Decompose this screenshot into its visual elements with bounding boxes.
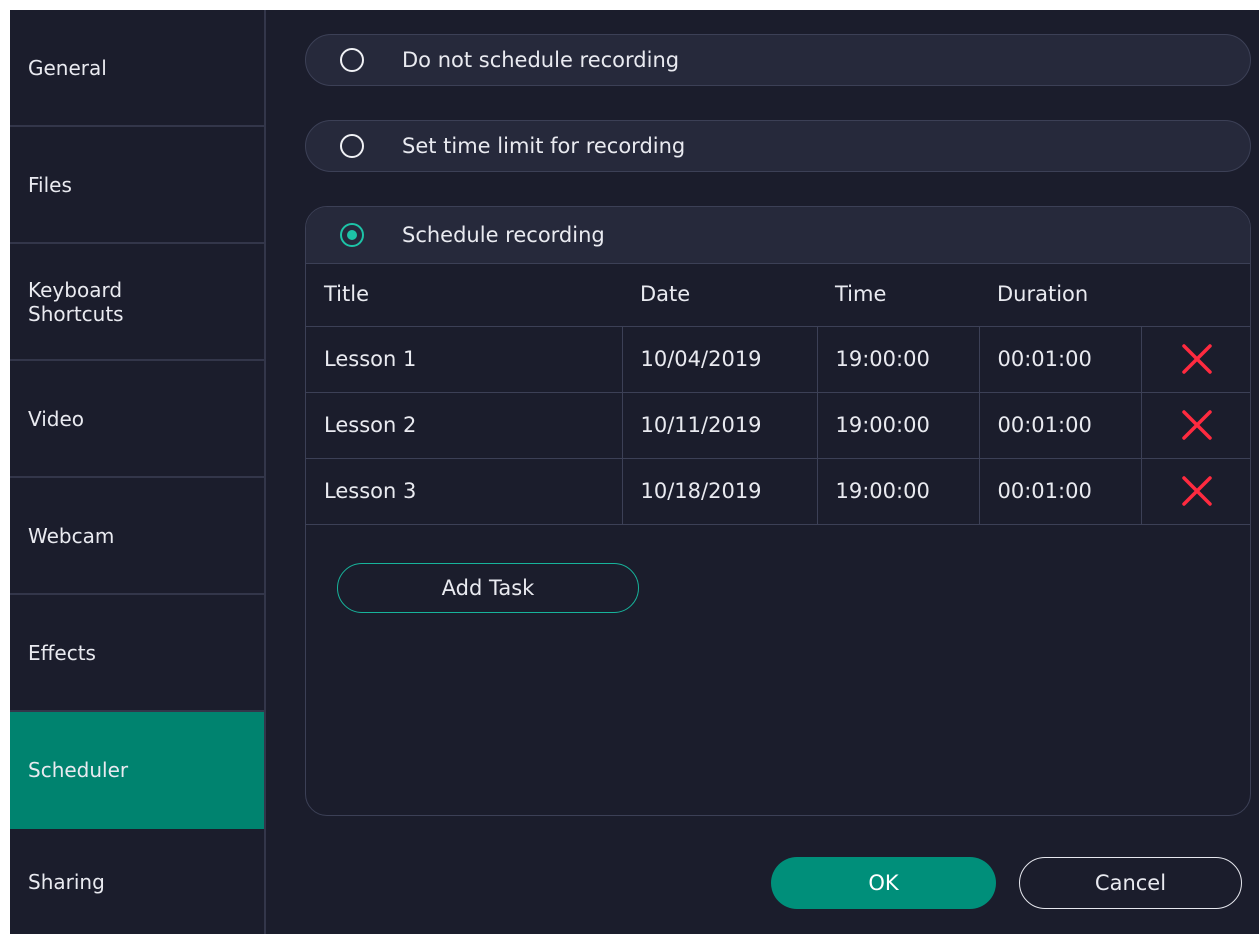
cell-duration[interactable]: 00:01:00 — [979, 458, 1142, 525]
settings-window: General Files Keyboard Shortcuts Video W… — [10, 10, 1259, 934]
column-header-time: Time — [817, 263, 979, 327]
radio-button-icon[interactable] — [340, 134, 364, 158]
sidebar-item-label: Video — [28, 406, 85, 431]
column-header-actions — [1141, 263, 1250, 327]
sidebar-item-webcam[interactable]: Webcam — [10, 478, 264, 595]
sidebar-item-video[interactable]: Video — [10, 361, 264, 478]
settings-sidebar: General Files Keyboard Shortcuts Video W… — [10, 10, 266, 934]
ok-button[interactable]: OK — [771, 857, 996, 909]
sidebar-item-sharing[interactable]: Sharing — [10, 829, 264, 934]
cell-date[interactable]: 10/11/2019 — [622, 392, 818, 459]
radio-button-checked-icon[interactable] — [340, 223, 364, 247]
close-x-icon[interactable] — [1180, 474, 1214, 508]
option-schedule-recording[interactable]: Schedule recording — [306, 207, 1250, 264]
table-header-row: Title Date Time Duration — [306, 263, 1250, 327]
sidebar-item-label: Webcam — [28, 523, 115, 548]
cell-actions — [1141, 458, 1250, 525]
ok-label: OK — [868, 871, 899, 895]
cancel-label: Cancel — [1094, 871, 1167, 895]
sidebar-item-general[interactable]: General — [10, 10, 264, 127]
cell-time[interactable]: 19:00:00 — [817, 392, 980, 459]
sidebar-item-effects[interactable]: Effects — [10, 595, 264, 712]
sidebar-item-label: Keyboard Shortcuts — [28, 277, 124, 326]
radio-dot-icon — [347, 230, 357, 240]
cell-date[interactable]: 10/04/2019 — [622, 326, 818, 393]
cancel-button[interactable]: Cancel — [1019, 857, 1242, 909]
option-time-limit[interactable]: Set time limit for recording — [305, 120, 1251, 172]
sidebar-item-label: Effects — [28, 640, 96, 665]
sidebar-item-label: Sharing — [28, 869, 105, 894]
close-x-icon[interactable] — [1180, 342, 1214, 376]
schedule-panel: Schedule recording Title Date Time Durat… — [305, 206, 1251, 816]
sidebar-item-files[interactable]: Files — [10, 127, 264, 244]
table-row[interactable]: Lesson 2 10/11/2019 19:00:00 00:01:00 — [306, 392, 1250, 459]
cell-title[interactable]: Lesson 3 — [306, 458, 623, 525]
table-row[interactable]: Lesson 3 10/18/2019 19:00:00 00:01:00 — [306, 458, 1250, 525]
cell-duration[interactable]: 00:01:00 — [979, 326, 1142, 393]
add-task-label: Add Task — [441, 576, 535, 600]
cell-time[interactable]: 19:00:00 — [817, 458, 980, 525]
sidebar-item-label: Scheduler — [28, 757, 129, 782]
sidebar-item-label: Files — [28, 172, 72, 197]
column-header-date: Date — [622, 263, 817, 327]
close-x-icon[interactable] — [1180, 408, 1214, 442]
cell-title[interactable]: Lesson 1 — [306, 326, 623, 393]
sidebar-item-keyboard-shortcuts[interactable]: Keyboard Shortcuts — [10, 244, 264, 361]
schedule-table: Title Date Time Duration Lesson 1 10/04/… — [306, 263, 1250, 525]
option-label: Do not schedule recording — [402, 48, 680, 72]
radio-button-icon[interactable] — [340, 48, 364, 72]
column-header-title: Title — [306, 263, 622, 327]
cell-actions — [1141, 326, 1250, 393]
add-task-button[interactable]: Add Task — [337, 563, 639, 613]
cell-time[interactable]: 19:00:00 — [817, 326, 980, 393]
column-header-duration: Duration — [979, 263, 1141, 327]
cell-duration[interactable]: 00:01:00 — [979, 392, 1142, 459]
option-label: Set time limit for recording — [402, 134, 686, 158]
option-no-schedule[interactable]: Do not schedule recording — [305, 34, 1251, 86]
sidebar-item-scheduler[interactable]: Scheduler — [10, 712, 264, 829]
cell-date[interactable]: 10/18/2019 — [622, 458, 818, 525]
table-row[interactable]: Lesson 1 10/04/2019 19:00:00 00:01:00 — [306, 326, 1250, 393]
cell-actions — [1141, 392, 1250, 459]
option-label: Schedule recording — [402, 223, 605, 247]
sidebar-item-label: General — [28, 55, 107, 80]
cell-title[interactable]: Lesson 2 — [306, 392, 623, 459]
